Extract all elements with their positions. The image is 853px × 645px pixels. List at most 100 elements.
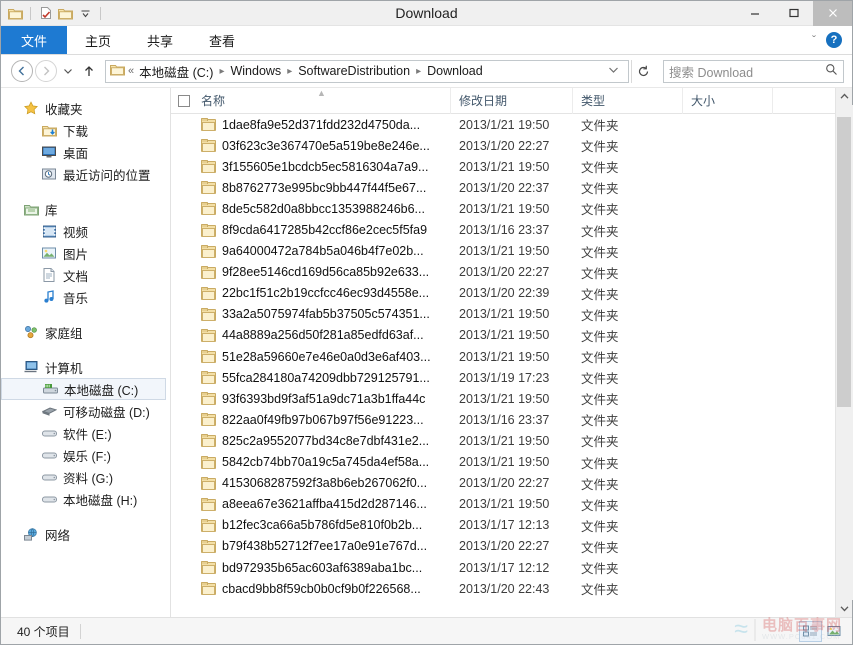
search-icon[interactable] — [825, 63, 838, 79]
sidebar-item-drive-f[interactable]: 娱乐 (F:) — [1, 444, 170, 466]
row-name-cell[interactable]: 55fca284180a74209dbb729125791... — [193, 371, 451, 385]
row-name-cell[interactable]: 8b8762773e995bc9bb447f44f5e67... — [193, 181, 451, 195]
column-header-date[interactable]: 修改日期 — [451, 87, 573, 114]
minimize-button[interactable] — [735, 1, 774, 26]
row-name-cell[interactable]: 5842cb74bb70a19c5a745da4ef58a... — [193, 455, 451, 469]
address-dropdown-icon[interactable] — [601, 65, 626, 77]
table-row[interactable]: b79f438b52712f7ee17a0e91e767d... 2013/1/2… — [171, 536, 835, 557]
table-row[interactable]: 8f9cda6417285b42ccf86e2cec5f5fa9 2013/1/1… — [171, 219, 835, 240]
sidebar-item-drive-g[interactable]: 资料 (G:) — [1, 466, 170, 488]
sidebar-item-pictures[interactable]: 图片 — [1, 242, 170, 264]
sidebar-item-homegroup[interactable]: 家庭组 — [1, 321, 170, 343]
row-name-cell[interactable]: 9a64000472a784b5a046b4f7e02b... — [193, 244, 451, 258]
table-row[interactable]: 51e28a59660e7e46e0a0d3e6af403... 2013/1/2… — [171, 346, 835, 367]
row-name-cell[interactable]: bd972935b65ac603af6389aba1bc... — [193, 561, 451, 575]
breadcrumb-item-download[interactable]: Download — [426, 64, 484, 78]
scroll-up-button[interactable] — [836, 88, 853, 105]
table-row[interactable]: 1dae8fa9e52d371fdd232d4750da... 2013/1/21… — [171, 114, 835, 135]
breadcrumb-item-drive-c[interactable]: 本地磁盘 (C:) — [138, 62, 214, 81]
table-row[interactable]: 5842cb74bb70a19c5a745da4ef58a... 2013/1/2… — [171, 452, 835, 473]
sidebar-item-documents[interactable]: 文档 — [1, 264, 170, 286]
row-name-cell[interactable]: 8de5c582d0a8bbcc1353988246b6... — [193, 202, 451, 216]
vertical-scrollbar[interactable] — [835, 88, 853, 617]
customize-dropdown-icon[interactable] — [77, 5, 94, 22]
row-name-cell[interactable]: 44a8889a256d50f281a85edfd63af... — [193, 328, 451, 342]
breadcrumb-item-softwaredistribution[interactable]: SoftwareDistribution — [297, 64, 411, 78]
row-name-cell[interactable]: 1dae8fa9e52d371fdd232d4750da... — [193, 118, 451, 132]
table-row[interactable]: 9f28ee5146cd169d56ca85b92e633... 2013/1/2… — [171, 262, 835, 283]
row-name-cell[interactable]: 822aa0f49fb97b067b97f56e91223... — [193, 413, 451, 427]
table-row[interactable]: 8b8762773e995bc9bb447f44f5e67... 2013/1/2… — [171, 177, 835, 198]
sidebar-item-desktop[interactable]: 桌面 — [1, 141, 170, 163]
column-header-size[interactable]: 大小 — [683, 87, 773, 114]
row-name-cell[interactable]: 9f28ee5146cd169d56ca85b92e633... — [193, 265, 451, 279]
row-name-cell[interactable]: 22bc1f51c2b19ccfcc46ec93d4558e... — [193, 286, 451, 300]
breadcrumb-item-windows[interactable]: Windows — [229, 64, 282, 78]
row-name-cell[interactable]: 33a2a5075974fab5b37505c574351... — [193, 307, 451, 321]
breadcrumb-separator-1[interactable]: ▸ — [214, 66, 229, 77]
tab-file[interactable]: 文件 — [1, 26, 68, 54]
file-rows[interactable]: 1dae8fa9e52d371fdd232d4750da... 2013/1/21… — [171, 114, 835, 617]
back-button[interactable] — [11, 60, 33, 82]
details-view-button[interactable] — [799, 620, 822, 642]
help-icon[interactable]: ? — [826, 32, 842, 48]
select-all-checkbox[interactable] — [178, 94, 190, 107]
sidebar-item-recent-places[interactable]: 最近访问的位置 — [1, 163, 170, 185]
select-all-checkbox-cell[interactable] — [171, 88, 193, 114]
column-header-name[interactable]: ▲ 名称 — [193, 87, 451, 114]
table-row[interactable]: 825c2a9552077bd34c8e7dbf431e2... 2013/1/2… — [171, 430, 835, 451]
row-name-cell[interactable]: 8f9cda6417285b42ccf86e2cec5f5fa9 — [193, 223, 451, 237]
breadcrumb-overflow[interactable]: « — [128, 65, 134, 77]
row-name-cell[interactable]: a8eea67e3621affba415d2d287146... — [193, 497, 451, 511]
tab-home[interactable]: 主页 — [67, 26, 129, 54]
sidebar-item-videos[interactable]: 视频 — [1, 220, 170, 242]
close-button[interactable] — [813, 0, 852, 26]
scrollbar-thumb[interactable] — [836, 117, 851, 407]
scroll-down-button[interactable] — [836, 600, 853, 617]
sidebar-item-downloads[interactable]: 下载 — [1, 119, 170, 141]
table-row[interactable]: 9a64000472a784b5a046b4f7e02b... 2013/1/21… — [171, 241, 835, 262]
refresh-button[interactable] — [631, 59, 655, 83]
row-name-cell[interactable]: 825c2a9552077bd34c8e7dbf431e2... — [193, 434, 451, 448]
sidebar-item-network[interactable]: 网络 — [1, 523, 170, 545]
table-row[interactable]: 93f6393bd9f3af51a9dc71a3b1ffa44c 2013/1/2… — [171, 388, 835, 409]
table-row[interactable]: a8eea67e3621affba415d2d287146... 2013/1/2… — [171, 494, 835, 515]
table-row[interactable]: b12fec3ca66a5b786fd5e810f0b2b... 2013/1/1… — [171, 515, 835, 536]
table-row[interactable]: 33a2a5075974fab5b37505c574351... 2013/1/2… — [171, 304, 835, 325]
breadcrumb-separator-2[interactable]: ▸ — [282, 66, 297, 77]
sidebar-item-drive-d[interactable]: 可移动磁盘 (D:) — [1, 400, 170, 422]
column-header-type[interactable]: 类型 — [573, 87, 683, 114]
tab-view[interactable]: 查看 — [191, 26, 253, 54]
breadcrumb-separator-3[interactable]: ▸ — [411, 66, 426, 77]
expand-ribbon-icon[interactable]: ˇ — [812, 33, 816, 47]
up-button[interactable] — [79, 60, 99, 82]
row-name-cell[interactable]: 03f623c3e367470e5a519be8e246e... — [193, 139, 451, 153]
sidebar-item-drive-c[interactable]: 本地磁盘 (C:) — [1, 378, 166, 400]
row-name-cell[interactable]: 3f155605e1bcdcb5ec5816304a7a9... — [193, 160, 451, 174]
table-row[interactable]: 3f155605e1bcdcb5ec5816304a7a9... 2013/1/2… — [171, 156, 835, 177]
table-row[interactable]: 822aa0f49fb97b067b97f56e91223... 2013/1/1… — [171, 409, 835, 430]
row-name-cell[interactable]: 4153068287592f3a8b6eb267062f0... — [193, 476, 451, 490]
sidebar-item-favorites[interactable]: 收藏夹 — [1, 97, 170, 119]
tab-share[interactable]: 共享 — [129, 26, 191, 54]
sidebar-item-drive-h[interactable]: 本地磁盘 (H:) — [1, 488, 170, 510]
table-row[interactable]: cbacd9bb8f59cb0b0cf9b0f226568... 2013/1/2… — [171, 578, 835, 599]
maximize-button[interactable] — [774, 1, 813, 26]
sidebar-item-libraries[interactable]: 库 — [1, 198, 170, 220]
scrollbar-track[interactable] — [835, 105, 853, 600]
folder-icon[interactable] — [7, 5, 24, 22]
large-icons-view-button[interactable] — [823, 621, 846, 642]
table-row[interactable]: 4153068287592f3a8b6eb267062f0... 2013/1/2… — [171, 473, 835, 494]
recent-locations-icon[interactable] — [59, 60, 77, 82]
table-row[interactable]: 8de5c582d0a8bbcc1353988246b6... 2013/1/21… — [171, 198, 835, 219]
row-name-cell[interactable]: b79f438b52712f7ee17a0e91e767d... — [193, 539, 451, 553]
new-folder-icon[interactable] — [57, 5, 74, 22]
sidebar-item-computer[interactable]: 计算机 — [1, 356, 170, 378]
forward-button[interactable] — [35, 60, 57, 82]
sidebar-item-drive-e[interactable]: 软件 (E:) — [1, 422, 170, 444]
properties-icon[interactable] — [37, 5, 54, 22]
sidebar-item-music[interactable]: 音乐 — [1, 286, 170, 308]
table-row[interactable]: 55fca284180a74209dbb729125791... 2013/1/1… — [171, 367, 835, 388]
row-name-cell[interactable]: 51e28a59660e7e46e0a0d3e6af403... — [193, 350, 451, 364]
row-name-cell[interactable]: 93f6393bd9f3af51a9dc71a3b1ffa44c — [193, 392, 451, 406]
